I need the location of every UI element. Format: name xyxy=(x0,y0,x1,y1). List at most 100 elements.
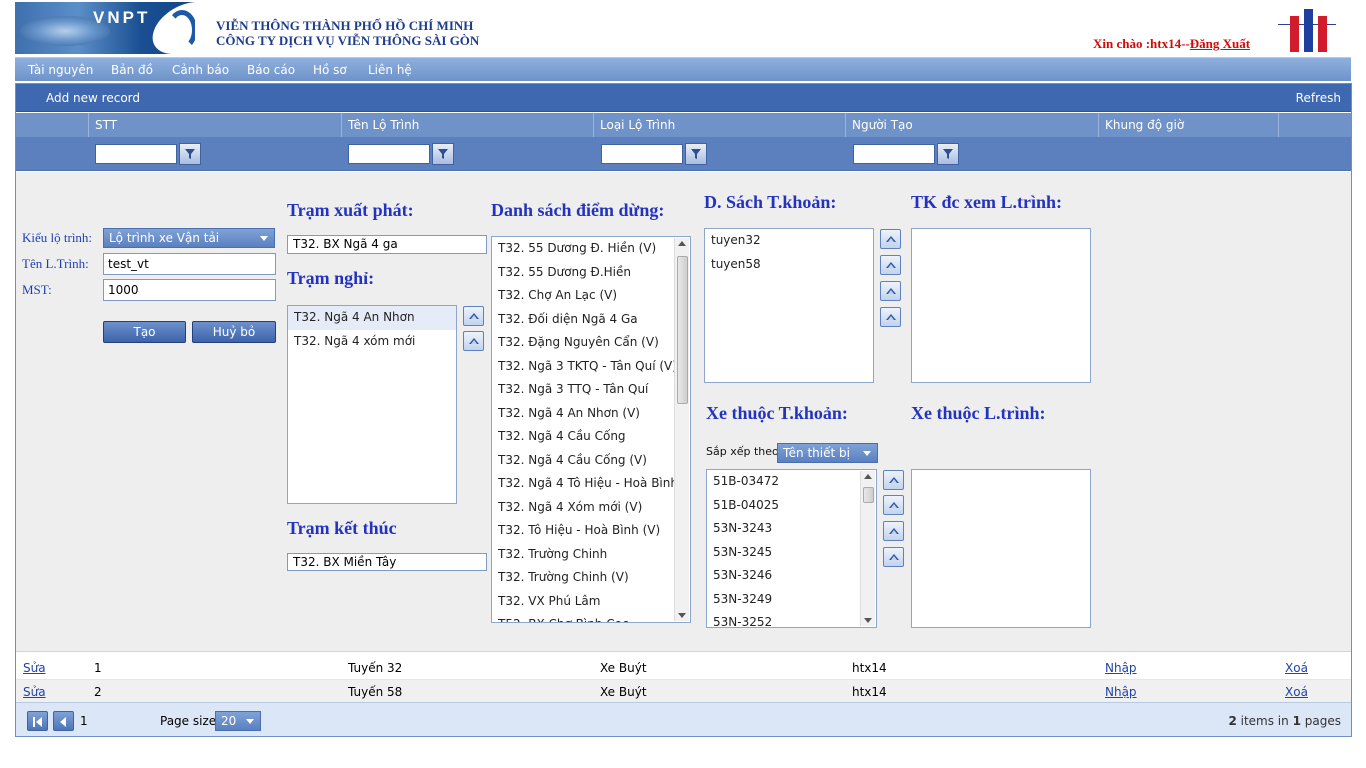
list-item[interactable]: T32. 55 Dương Đ. Hiền (V) xyxy=(492,237,690,261)
current-page[interactable]: 1 xyxy=(80,714,88,728)
cancel-button[interactable]: Huỷ bỏ xyxy=(192,321,276,343)
create-button[interactable]: Tạo xyxy=(103,321,186,343)
list-item[interactable]: T32. Đặng Nguyên Cẩn (V) xyxy=(492,331,690,355)
stops-list[interactable]: T32. 55 Dương Đ. Hiền (V) T32. 55 Dương Đ… xyxy=(491,236,691,623)
filter-stt-input[interactable] xyxy=(95,144,177,164)
sort-label: Sắp xếp theo: xyxy=(706,445,783,458)
end-station-input[interactable]: T32. BX Miền Tây xyxy=(287,553,487,571)
menu-item-resources[interactable]: Tài nguyên xyxy=(28,63,93,77)
route-vehicles-list[interactable] xyxy=(911,469,1091,628)
list-item[interactable]: T32. Đối diện Ngã 4 Ga xyxy=(492,308,690,332)
filter-name-input[interactable] xyxy=(348,144,430,164)
viewers-list[interactable] xyxy=(911,228,1091,383)
list-item[interactable]: T32. Ngã 3 TTQ - Tân Quí xyxy=(492,378,690,402)
column-header-time-frame[interactable]: Khung độ giờ xyxy=(1098,113,1278,137)
route-type-select[interactable]: Lộ trình xe Vận tải xyxy=(103,228,275,248)
filter-type-button[interactable] xyxy=(685,143,707,165)
list-item[interactable]: T52. BX Chợ Bình Cọc xyxy=(492,613,690,622)
move-up-button[interactable] xyxy=(880,255,901,275)
list-item[interactable]: 53N-3246 xyxy=(707,564,876,588)
filter-icon xyxy=(943,149,953,159)
edit-link[interactable]: Sửa xyxy=(23,661,46,675)
cell-creator: htx14 xyxy=(852,685,887,699)
column-header-route-name[interactable]: Tên Lộ Trình xyxy=(341,113,593,137)
import-link[interactable]: Nhập xyxy=(1105,685,1137,699)
list-item[interactable]: T32. Chợ An Lạc (V) xyxy=(492,284,690,308)
mst-input[interactable]: 1000 xyxy=(103,279,276,301)
sort-select[interactable]: Tên thiết bị xyxy=(777,443,878,463)
list-item[interactable]: T32. Trường Chinh xyxy=(492,543,690,567)
delete-link[interactable]: Xoá xyxy=(1285,685,1308,699)
list-item[interactable]: T32. 55 Dương Đ.Hiền xyxy=(492,261,690,285)
list-item[interactable]: 53N-3243 xyxy=(707,517,876,541)
vehicles-list[interactable]: 51B-03472 51B-04025 53N-3243 53N-3245 53N-32… xyxy=(706,469,877,628)
list-item[interactable]: T32. Ngã 4 Cầu Cống (V) xyxy=(492,449,690,473)
brand-badge-icon xyxy=(1278,6,1336,52)
vehicles-scrollbar[interactable] xyxy=(860,471,875,626)
column-header-creator[interactable]: Người Tạo xyxy=(845,113,1098,137)
route-name-label: Tên L.Trình: xyxy=(22,256,89,271)
menu-item-contact[interactable]: Liên hệ xyxy=(368,63,412,77)
import-link[interactable]: Nhập xyxy=(1105,661,1137,675)
filter-creator-input[interactable] xyxy=(853,144,935,164)
list-item[interactable]: T32. Tô Hiệu - Hoà Bình (V) xyxy=(492,519,690,543)
filter-name-button[interactable] xyxy=(432,143,454,165)
move-up-button[interactable] xyxy=(880,229,901,249)
list-item[interactable]: 53N-3249 xyxy=(707,588,876,612)
item-count: 2 xyxy=(1228,714,1237,728)
list-item[interactable]: 51B-03472 xyxy=(707,470,876,494)
move-up-button[interactable] xyxy=(883,495,904,515)
move-up-button[interactable] xyxy=(880,307,901,327)
list-item[interactable]: T32. Ngã 4 xóm mới xyxy=(288,330,456,354)
filter-creator-button[interactable] xyxy=(937,143,959,165)
filter-type-input[interactable] xyxy=(601,144,683,164)
list-item[interactable]: 51B-04025 xyxy=(707,494,876,518)
logout-link[interactable]: Đăng Xuất xyxy=(1190,36,1250,51)
menu-item-profile[interactable]: Hồ sơ xyxy=(313,63,347,77)
accounts-title: D. Sách T.khoản: xyxy=(704,192,837,212)
start-station-input[interactable]: T32. BX Ngã 4 ga xyxy=(287,235,487,254)
column-header-route-type[interactable]: Loại Lộ Trình xyxy=(593,113,845,137)
cell-stt: 2 xyxy=(94,685,102,699)
list-item[interactable]: tuyen32 xyxy=(705,229,873,253)
list-item[interactable]: T32. Ngã 4 Cầu Cống xyxy=(492,425,690,449)
list-item[interactable]: tuyen58 xyxy=(705,253,873,277)
move-up-button[interactable] xyxy=(880,281,901,301)
list-item[interactable]: 53N-3252 xyxy=(707,611,876,627)
first-page-button[interactable] xyxy=(27,711,48,731)
list-item[interactable]: 53N-3245 xyxy=(707,541,876,565)
list-item[interactable]: T32. Ngã 4 Tô Hiệu - Hoà Bình xyxy=(492,472,690,496)
rest-station-list[interactable]: T32. Ngã 4 An Nhơn T32. Ngã 4 xóm mới xyxy=(287,305,457,504)
move-up-button[interactable] xyxy=(883,521,904,541)
list-item[interactable]: T32. Ngã 4 Xóm mới (V) xyxy=(492,496,690,520)
routes-grid: Add new record Refresh STT Tên Lộ Trình … xyxy=(15,83,1352,737)
edit-link[interactable]: Sửa xyxy=(23,685,46,699)
menu-item-map[interactable]: Bản đồ xyxy=(111,63,153,77)
accounts-list[interactable]: tuyen32 tuyen58 xyxy=(704,228,874,383)
move-up-button[interactable] xyxy=(463,331,484,351)
end-station-title: Trạm kết thúc xyxy=(287,518,397,538)
refresh-button[interactable]: Refresh xyxy=(1296,91,1341,105)
list-item[interactable]: T32. Ngã 3 TKTQ - Tân Quí (V) xyxy=(492,355,690,379)
prev-page-button[interactable] xyxy=(53,711,74,731)
list-item[interactable]: T32. Ngã 4 An Nhơn (V) xyxy=(492,402,690,426)
table-row: Sửa 1 Tuyến 32 Xe Buýt htx14 Nhập Xoá xyxy=(16,656,1351,680)
move-up-button[interactable] xyxy=(883,470,904,490)
menu-item-alerts[interactable]: Cảnh báo xyxy=(172,63,229,77)
menu-item-reports[interactable]: Báo cáo xyxy=(247,63,295,77)
cell-stt: 1 xyxy=(94,661,102,675)
move-up-button[interactable] xyxy=(883,547,904,567)
stops-scrollbar[interactable] xyxy=(674,238,689,621)
list-item[interactable]: T32. Trường Chinh (V) xyxy=(492,566,690,590)
page-size-select[interactable]: 20 xyxy=(215,711,261,731)
cell-route-name: Tuyến 58 xyxy=(348,685,403,699)
filter-stt-button[interactable] xyxy=(179,143,201,165)
add-record-button[interactable]: Add new record xyxy=(46,91,140,105)
move-up-button[interactable] xyxy=(463,306,484,326)
column-header-stt[interactable]: STT xyxy=(88,113,340,137)
list-item[interactable]: T32. VX Phú Lâm xyxy=(492,590,690,614)
delete-link[interactable]: Xoá xyxy=(1285,661,1308,675)
filter-icon xyxy=(185,149,195,159)
list-item[interactable]: T32. Ngã 4 An Nhơn xyxy=(288,306,456,330)
route-name-input[interactable]: test_vt xyxy=(103,253,276,275)
